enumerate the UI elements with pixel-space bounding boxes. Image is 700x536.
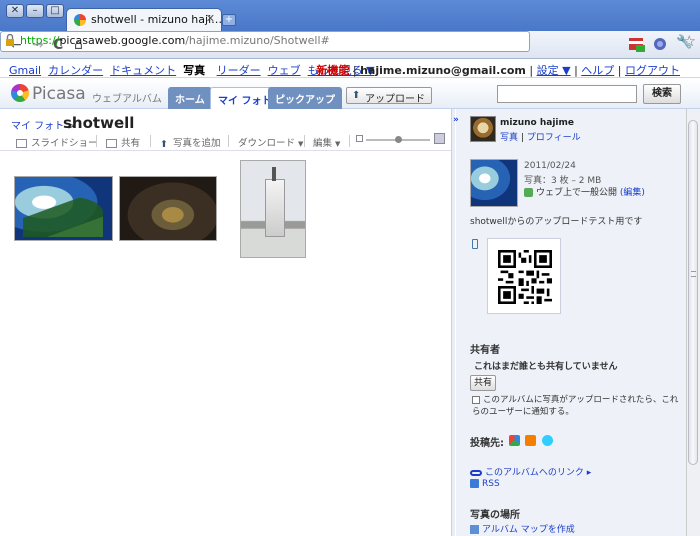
album-description: shotwellからのアップロードテスト用です (470, 217, 643, 227)
notify-checkbox[interactable] (472, 395, 480, 404)
divider (96, 135, 97, 147)
photo-thumbnail-church[interactable] (240, 160, 306, 258)
picasa-logo-text[interactable]: Picasa (32, 84, 86, 104)
tab-close-icon[interactable]: ✕ (206, 12, 215, 25)
user-email: hajime.mizuno@gmail.com (360, 64, 526, 77)
scroll-grip-icon (691, 271, 696, 277)
gbar-current-photos: 写真 (183, 64, 206, 77)
help-link[interactable]: ヘルプ (581, 64, 614, 77)
google-bar: Gmail カレンダー ドキュメント 写真 リーダー ウェブ もっと見る ▼ 新… (0, 59, 700, 78)
window-maximize-button[interactable]: □ (46, 4, 64, 18)
chevron-down-icon: ▼ (335, 140, 341, 148)
twitter-icon[interactable] (542, 435, 553, 446)
visibility-edit-link[interactable]: (編集) (620, 188, 645, 198)
chevron-down-icon: ▼ (298, 140, 304, 148)
share-button[interactable]: 共有 (470, 375, 496, 391)
slider-knob[interactable] (395, 136, 402, 143)
upload-icon: ⬆ (160, 139, 168, 150)
new-features-link[interactable]: 新機能 (316, 64, 349, 77)
thumbnail-size-slider[interactable] (366, 136, 430, 143)
photo-thumbnail-trees[interactable] (14, 176, 113, 241)
scrollbar-thumb[interactable] (688, 120, 698, 465)
notify-label: このアルバムに写真がアップロードされたら、これらのユーザーに通知する。 (472, 395, 679, 417)
map-icon (470, 525, 479, 534)
divider (304, 135, 305, 147)
owner-photos-link[interactable]: 写真 (500, 133, 518, 143)
window-close-button[interactable]: ✕ (6, 4, 24, 18)
avatar[interactable] (470, 116, 496, 142)
extension-icon[interactable] (628, 36, 646, 52)
window-minimize-button[interactable]: – (26, 4, 44, 18)
tab-featured[interactable]: ピックアップ (268, 87, 342, 109)
gbar-link-reader[interactable]: リーダー (217, 64, 261, 77)
gbar-link-gmail[interactable]: Gmail (9, 64, 41, 77)
divider (349, 135, 350, 147)
browser-tab[interactable]: shotwell - mizuno haji… ✕ (66, 8, 222, 31)
edit-menu[interactable]: 編集 ▼ (313, 135, 340, 149)
page-menu-icon[interactable] (652, 36, 670, 52)
tab-title: shotwell - mizuno haji… (91, 13, 223, 26)
post-to-label: 投稿先: (470, 438, 504, 449)
gbar-link-calendar[interactable]: カレンダー (48, 64, 103, 77)
album-title: shotwell (63, 114, 135, 132)
owner-links: 写真 | プロフィール (500, 133, 581, 143)
slideshow-button[interactable]: スライドショー (16, 135, 98, 149)
panel-divider[interactable] (451, 109, 455, 536)
wrench-icon[interactable]: 🔧 (676, 35, 692, 50)
upload-icon: ⬆ (352, 90, 361, 101)
photo-thumbnail-rabbit[interactable] (119, 176, 217, 241)
album-visibility: ウェブ上で一般公開 (編集) (524, 185, 645, 198)
gbar-link-docs[interactable]: ドキュメント (110, 64, 176, 77)
blogger-icon[interactable] (525, 435, 536, 446)
location-header: 写真の場所 (470, 510, 520, 521)
browser-toolbar: ← → C ⌂ https://picasaweb.google.com/haj… (0, 31, 700, 59)
search-button[interactable]: 検索 (643, 84, 681, 104)
new-tab-button[interactable]: + (222, 14, 236, 26)
settings-menu[interactable]: 設定 ▼ (537, 64, 571, 77)
mail-icon (106, 139, 117, 148)
album-link[interactable]: このアルバムへのリンク ▸ (470, 465, 591, 478)
add-photos-button[interactable]: ⬆ 写真を追加 (160, 135, 221, 150)
google-buzz-icon[interactable] (509, 435, 520, 446)
album-cover[interactable] (470, 159, 518, 207)
divider (228, 135, 229, 147)
small-thumb-icon[interactable] (356, 135, 363, 142)
gbar-link-web[interactable]: ウェブ (268, 64, 301, 77)
picasa-subtitle: ウェブアルバム (92, 94, 162, 105)
notify-option: このアルバムに写真がアップロードされたら、これらのユーザーに通知する。 (472, 394, 684, 418)
public-globe-icon (524, 188, 533, 197)
mobile-phone-icon (472, 239, 478, 249)
create-map-link[interactable]: アルバム マップを作成 (470, 522, 575, 535)
tab-home[interactable]: ホーム (168, 87, 212, 109)
lock-icon (6, 34, 14, 46)
slideshow-icon (16, 139, 27, 148)
picasa-header: Picasa ウェブアルバム ホーム マイ フォト ピックアップ ⬆ アップロー… (0, 79, 700, 109)
url-text: https://picasaweb.google.com/hajime.mizu… (20, 34, 330, 47)
download-menu[interactable]: ダウンロード ▼ (238, 135, 303, 149)
owner-profile-link[interactable]: プロフィール (527, 133, 581, 143)
divider (150, 135, 151, 147)
collapse-panel-icon[interactable]: » (453, 115, 459, 125)
not-shared-message: これはまだ誰とも共有していません (474, 362, 618, 372)
album-date: 2011/02/24 (524, 161, 576, 171)
search-input[interactable] (497, 85, 637, 103)
share-action-button[interactable]: 共有 (106, 135, 140, 149)
upload-button[interactable]: ⬆ アップロード (346, 87, 432, 105)
rss-link[interactable]: RSS (470, 479, 500, 489)
qr-code (487, 238, 561, 314)
picasa-logo-icon[interactable] (11, 84, 29, 102)
link-chain-icon (470, 469, 482, 476)
owner-name: mizuno hajime (500, 118, 574, 128)
qr-code-image (498, 250, 552, 304)
sharing-header: 共有者 (470, 345, 500, 356)
picasa-favicon-icon (74, 14, 86, 26)
logout-link[interactable]: ログアウト (625, 64, 680, 77)
large-thumb-icon[interactable] (434, 133, 445, 144)
rss-icon (470, 479, 479, 488)
